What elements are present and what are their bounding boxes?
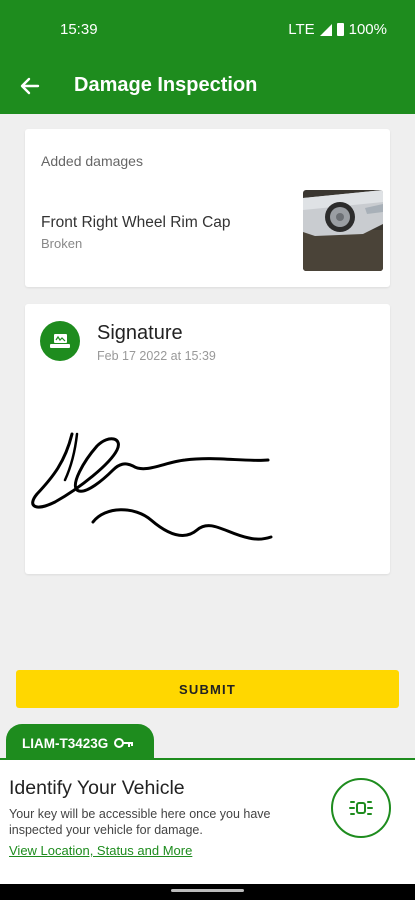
app-bar: Damage Inspection <box>0 58 415 114</box>
identify-vehicle-description: Your key will be accessible here once yo… <box>9 807 271 837</box>
home-handle[interactable] <box>171 889 244 892</box>
signature-drawing <box>31 432 273 541</box>
damage-item-status: Broken <box>41 236 83 251</box>
damage-item-name[interactable]: Front Right Wheel Rim Cap <box>41 214 231 232</box>
vehicle-plate-tab[interactable]: LIAM-T3423G <box>6 724 154 762</box>
back-button[interactable] <box>16 72 44 100</box>
battery-level: 100% <box>348 21 387 38</box>
lights-icon <box>349 801 373 815</box>
signature-title: Signature <box>97 322 183 344</box>
identify-vehicle-title: Identify Your Vehicle <box>9 777 185 799</box>
damage-photo-thumbnail[interactable] <box>303 190 383 271</box>
signature-card: Signature Feb 17 2022 at 15:39 <box>25 304 390 574</box>
identify-vehicle-button[interactable] <box>331 778 391 838</box>
signature-icon <box>40 321 80 361</box>
network-label: LTE <box>288 21 315 38</box>
submit-button[interactable]: SUBMIT <box>16 670 399 708</box>
signal-icon <box>319 23 332 36</box>
status-time: 15:39 <box>60 21 98 38</box>
view-location-link[interactable]: View Location, Status and More <box>9 843 192 858</box>
identify-vehicle-panel: Identify Your Vehicle Your key will be a… <box>0 758 415 884</box>
arrow-back-icon <box>20 77 40 95</box>
status-bar: 15:39 LTE 100% <box>0 0 415 58</box>
battery-icon <box>336 23 344 36</box>
system-nav-bar <box>0 884 415 900</box>
page-title: Damage Inspection <box>74 74 258 96</box>
vehicle-plate: LIAM-T3423G <box>22 735 109 751</box>
damages-header: Added damages <box>41 153 143 169</box>
key-icon <box>114 738 134 748</box>
status-indicators: LTE 100% <box>288 21 387 38</box>
damages-card: Added damages Front Right Wheel Rim Cap … <box>25 129 390 287</box>
signature-date: Feb 17 2022 at 15:39 <box>97 349 216 363</box>
